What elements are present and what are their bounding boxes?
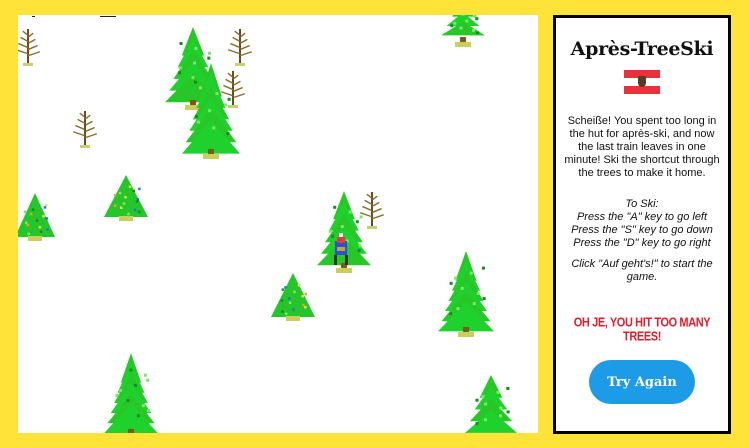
bare-tree [18,29,41,66]
pine-tree [441,15,485,47]
game-title: Après-TreeSki [570,38,714,60]
info-panel: Après-TreeSki Scheiße! You spent too lon… [553,15,731,434]
ski-slope[interactable] [18,15,538,433]
instructions-heading: To Ski: [625,198,659,210]
start-note: Click "Auf geht's!" to start the game. [571,258,713,283]
pine-tree [465,375,517,433]
game-over-message: OH JE, YOU HIT TOO MANY TREES! [573,316,711,344]
pine-tree [104,353,158,433]
pine-tree [104,175,148,221]
austria-flag-icon [624,70,660,94]
bare-tree [220,71,246,108]
pine-tree [18,193,55,241]
bare-tree [227,29,253,66]
instructions: To Ski: Press the "A" key to go left Pre… [560,198,724,250]
intro-text: Scheiße! You spent too long in the hut f… [564,115,720,179]
pine-tree [317,191,371,273]
try-again-button[interactable]: Try Again [589,360,695,404]
ski-scene [18,15,517,433]
instruction-left: Press the "A" key to go left [576,211,708,223]
game-frame: Après-TreeSki Scheiße! You spent too lon… [0,0,750,448]
bare-tree [72,111,98,148]
bare-tree [359,192,385,229]
pine-tree [271,273,315,321]
instruction-down: Press the "S" key to go down [571,224,713,236]
instruction-right: Press the "D" key to go right [573,237,711,249]
pine-tree [438,251,494,337]
